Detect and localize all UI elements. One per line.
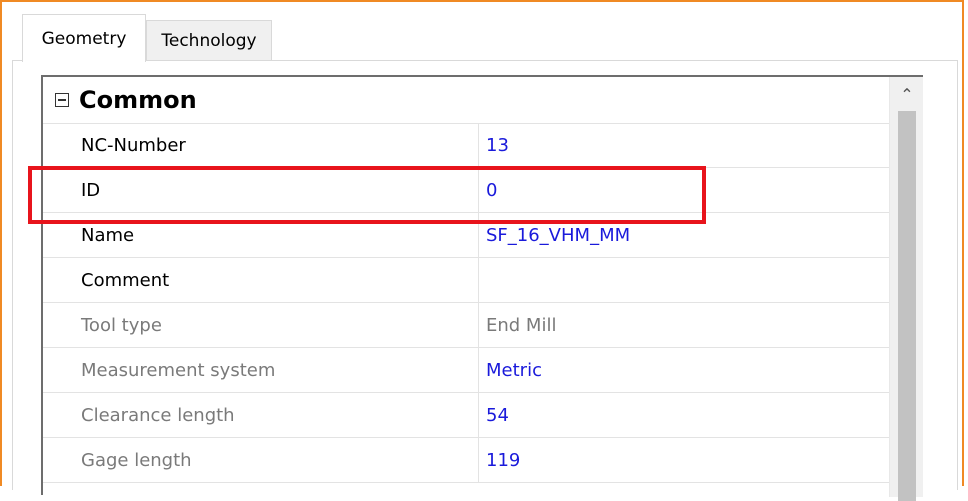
- properties-window: Geometry Technology Common NC-Number 13 …: [0, 0, 964, 501]
- property-row-comment[interactable]: Comment: [43, 258, 923, 303]
- property-name: Name: [43, 213, 479, 257]
- property-name: Clearance length: [43, 393, 479, 437]
- category-common[interactable]: Common: [43, 77, 923, 124]
- property-name: Tool type: [43, 303, 479, 347]
- property-value[interactable]: 54: [480, 393, 923, 437]
- property-value[interactable]: Metric: [480, 348, 923, 392]
- tab-panel: Common NC-Number 13 ID 0 Name SF_16_VHM_…: [12, 60, 958, 501]
- vertical-scrollbar[interactable]: ⌃: [889, 77, 924, 501]
- property-name: Gage length: [43, 438, 479, 482]
- property-value[interactable]: 0: [480, 168, 923, 212]
- property-value[interactable]: 119: [480, 438, 923, 482]
- tab-strip: Geometry Technology: [12, 12, 958, 62]
- scroll-thumb[interactable]: [898, 111, 916, 501]
- property-name: ID: [43, 168, 479, 212]
- property-value[interactable]: 13: [480, 123, 923, 167]
- tab-geometry-label: Geometry: [41, 28, 127, 49]
- property-row-measurement-system[interactable]: Measurement system Metric: [43, 348, 923, 393]
- chevron-up-icon[interactable]: ⌃: [890, 79, 924, 109]
- property-name: Comment: [43, 258, 479, 302]
- property-value[interactable]: [480, 258, 923, 302]
- property-value: End Mill: [486, 314, 557, 336]
- property-name: Measurement system: [43, 348, 479, 392]
- property-row-tool-type: Tool type End Mill: [43, 303, 923, 348]
- property-row-nc-number[interactable]: NC-Number 13: [43, 123, 923, 168]
- property-row-gage-length[interactable]: Gage length 119: [43, 438, 923, 483]
- property-value[interactable]: SF_16_VHM_MM: [480, 213, 923, 257]
- tab-technology-label: Technology: [161, 30, 257, 51]
- property-row-clearance-length[interactable]: Clearance length 54: [43, 393, 923, 438]
- property-grid: Common NC-Number 13 ID 0 Name SF_16_VHM_…: [41, 75, 924, 501]
- tab-technology[interactable]: Technology: [146, 20, 272, 60]
- tab-geometry[interactable]: Geometry: [22, 14, 146, 62]
- property-row-id[interactable]: ID 0: [43, 168, 923, 213]
- category-label: Common: [79, 86, 197, 114]
- property-name: NC-Number: [43, 123, 479, 167]
- minus-square-icon[interactable]: [55, 93, 69, 107]
- property-row-name[interactable]: Name SF_16_VHM_MM: [43, 213, 923, 258]
